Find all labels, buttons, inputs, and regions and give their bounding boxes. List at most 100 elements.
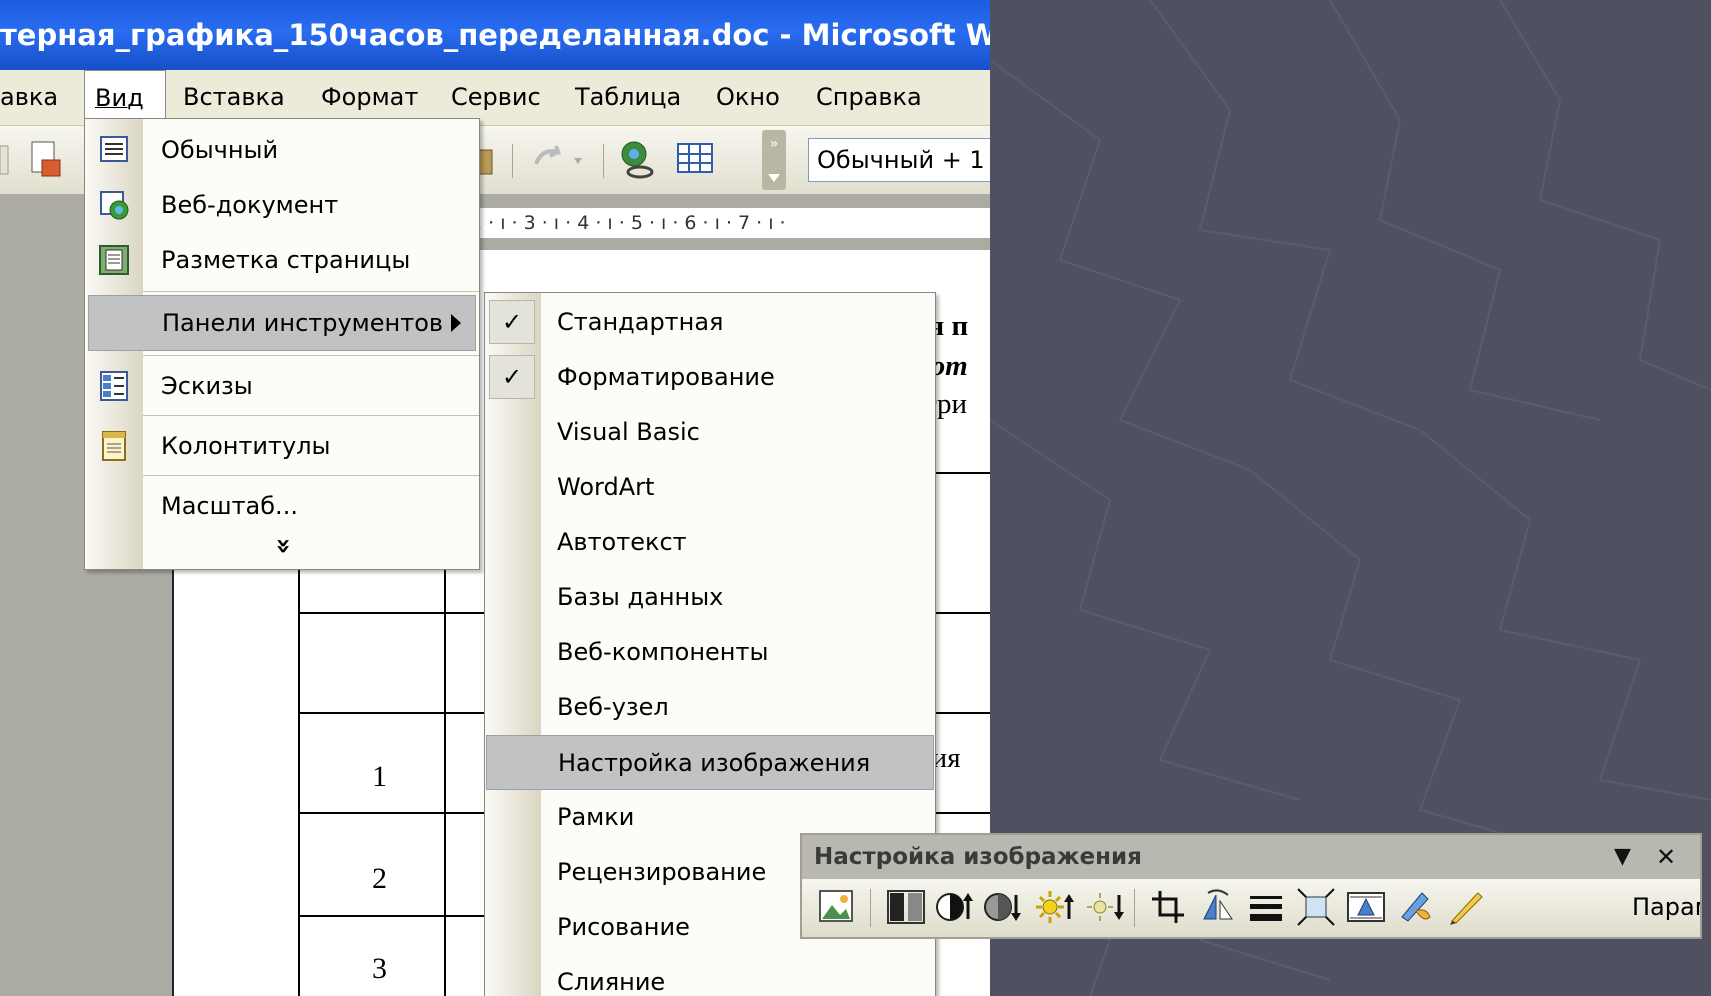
toolbar-button-partial[interactable]	[0, 140, 14, 180]
view-menu-item-label: Масштаб...	[161, 492, 298, 520]
toolbar-separator	[870, 889, 871, 927]
thumbnails-icon	[100, 371, 128, 401]
menu-insert[interactable]: Вставка	[183, 70, 285, 125]
svg-text:»: »	[770, 136, 779, 152]
toolbar-item-label: Visual Basic	[557, 418, 700, 446]
web-layout-icon	[100, 191, 129, 220]
color-icon[interactable]	[886, 887, 926, 927]
toolbar-item-label: Слияние	[557, 968, 666, 996]
menu-separator	[143, 475, 479, 476]
text-wrapping-icon[interactable]	[1346, 887, 1386, 927]
view-menu-item-normal[interactable]: Обычный	[85, 123, 479, 178]
normal-view-icon	[100, 136, 128, 162]
undo-icon[interactable]	[528, 142, 592, 178]
picture-toolbar-title: Настройка изображения	[814, 844, 1142, 870]
table-cell-number: 3	[372, 952, 387, 985]
toolbar-item-label: Рисование	[557, 913, 690, 941]
toolbar-item-mail-merge[interactable]: Слияние	[485, 955, 935, 996]
toolbar-item-database[interactable]: Базы данных	[485, 570, 935, 625]
close-icon[interactable]: ✕	[1656, 835, 1676, 879]
toolbar-item-label: Форматирование	[557, 363, 775, 391]
menu-separator	[143, 291, 479, 292]
menu-view[interactable]: Вид	[84, 70, 166, 125]
toolbar-separator	[603, 144, 604, 178]
menu-table[interactable]: Таблица	[575, 70, 681, 125]
more-contrast-icon[interactable]	[934, 887, 974, 927]
toolbar-item-autotext[interactable]: Автотекст	[485, 515, 935, 570]
view-menu-expand[interactable]: »	[85, 529, 479, 565]
table-border	[298, 520, 300, 996]
style-box[interactable]: Обычный + 1	[808, 138, 990, 182]
menu-help[interactable]: Справка	[816, 70, 922, 125]
menu-tools[interactable]: Сервис	[451, 70, 541, 125]
toolbar-separator	[1134, 889, 1135, 927]
view-menu-item-label: Разметка страницы	[161, 246, 411, 274]
menu-view-label: Вид	[95, 84, 144, 112]
toolbar-item-web-tools[interactable]: Веб-компоненты	[485, 625, 935, 680]
view-menu-item-print-layout[interactable]: Разметка страницы	[85, 233, 479, 288]
toolbar-options-dropdown-icon[interactable]: ▼	[1614, 835, 1631, 879]
toolbar-item-label: Рамки	[557, 803, 635, 831]
view-menu-item-web-layout[interactable]: Веб-документ	[85, 178, 479, 233]
header-footer-icon	[102, 431, 126, 461]
toolbar-item-web[interactable]: Веб-узел	[485, 680, 935, 735]
toolbar-item-standard[interactable]: ✓ Стандартная	[485, 295, 935, 350]
toolbar-item-picture[interactable]: Настройка изображения	[486, 735, 934, 790]
window-title: терная_графика_150часов_переделанная.doc…	[0, 18, 990, 52]
toolbar-item-label: WordArt	[557, 473, 655, 501]
check-icon: ✓	[489, 355, 535, 399]
view-menu-item-label: Колонтитулы	[161, 432, 331, 460]
toolbar-item-label: Базы данных	[557, 583, 724, 611]
picture-toolbar: Настройка изображения ▼ ✕ Пара	[800, 833, 1702, 939]
menu-separator	[143, 355, 479, 356]
insert-picture-icon[interactable]	[816, 887, 856, 927]
view-menu-item-label: Обычный	[161, 136, 279, 164]
view-menu-item-label: Эскизы	[161, 372, 253, 400]
toolbar-item-label: Веб-узел	[557, 693, 669, 721]
style-box-value: Обычный + 1	[817, 146, 985, 174]
toolbar-item-formatting[interactable]: ✓ Форматирование	[485, 350, 935, 405]
table-cell-number: 1	[372, 760, 387, 793]
print-preview-icon[interactable]	[28, 140, 64, 180]
less-brightness-icon[interactable]	[1084, 887, 1124, 927]
submenu-arrow-icon	[451, 314, 461, 332]
picture-toolbar-overflow-label[interactable]: Парам	[1632, 893, 1700, 921]
menu-window[interactable]: Окно	[716, 70, 780, 125]
menu-separator	[143, 415, 479, 416]
toolbar-item-label: Рецензирование	[557, 858, 767, 886]
rotate-icon[interactable]	[1198, 887, 1238, 927]
print-layout-icon	[99, 245, 129, 275]
view-menu-item-thumbnails[interactable]: Эскизы	[85, 359, 479, 414]
hyperlink-icon[interactable]	[616, 138, 660, 182]
view-menu-item-label: Панели инструментов	[162, 309, 444, 337]
toolbar-item-label: Веб-компоненты	[557, 638, 769, 666]
toolbar-separator	[512, 144, 513, 178]
line-style-icon[interactable]	[1246, 887, 1286, 927]
format-picture-icon[interactable]	[1396, 887, 1436, 927]
view-menu-item-label: Веб-документ	[161, 191, 339, 219]
view-menu: Обычный Веб-документ Разметка страницы П…	[84, 118, 480, 570]
toolbar-options-icon[interactable]: »	[762, 130, 786, 190]
picture-toolbar-titlebar[interactable]: Настройка изображения ▼ ✕	[802, 835, 1700, 879]
tables-borders-icon[interactable]	[676, 142, 716, 176]
set-transparent-color-icon[interactable]	[1446, 887, 1486, 927]
less-contrast-icon[interactable]	[982, 887, 1022, 927]
view-menu-item-header-footer[interactable]: Колонтитулы	[85, 419, 479, 474]
table-border	[444, 520, 446, 996]
ruler-scale: 2 · ı · 3 · ı · 4 · ı · 5 · ı · 6 · ı · …	[470, 208, 990, 238]
menu-edit[interactable]: авка	[0, 70, 58, 125]
toolbar-item-label: Настройка изображения	[558, 749, 871, 777]
toolbar-item-visual-basic[interactable]: Visual Basic	[485, 405, 935, 460]
toolbar-item-label: Автотекст	[557, 528, 687, 556]
toolbar-item-wordart[interactable]: WordArt	[485, 460, 935, 515]
menu-format[interactable]: Формат	[321, 70, 418, 125]
view-menu-item-zoom[interactable]: Масштаб...	[85, 479, 479, 534]
crop-icon[interactable]	[1148, 887, 1188, 927]
check-icon: ✓	[489, 300, 535, 344]
expand-chevron-icon: »	[268, 537, 299, 555]
compress-pictures-icon[interactable]	[1296, 887, 1336, 927]
view-menu-item-toolbars[interactable]: Панели инструментов	[88, 295, 476, 351]
more-brightness-icon[interactable]	[1034, 887, 1074, 927]
table-cell-number: 2	[372, 862, 387, 895]
title-bar[interactable]: терная_графика_150часов_переделанная.doc…	[0, 0, 990, 70]
